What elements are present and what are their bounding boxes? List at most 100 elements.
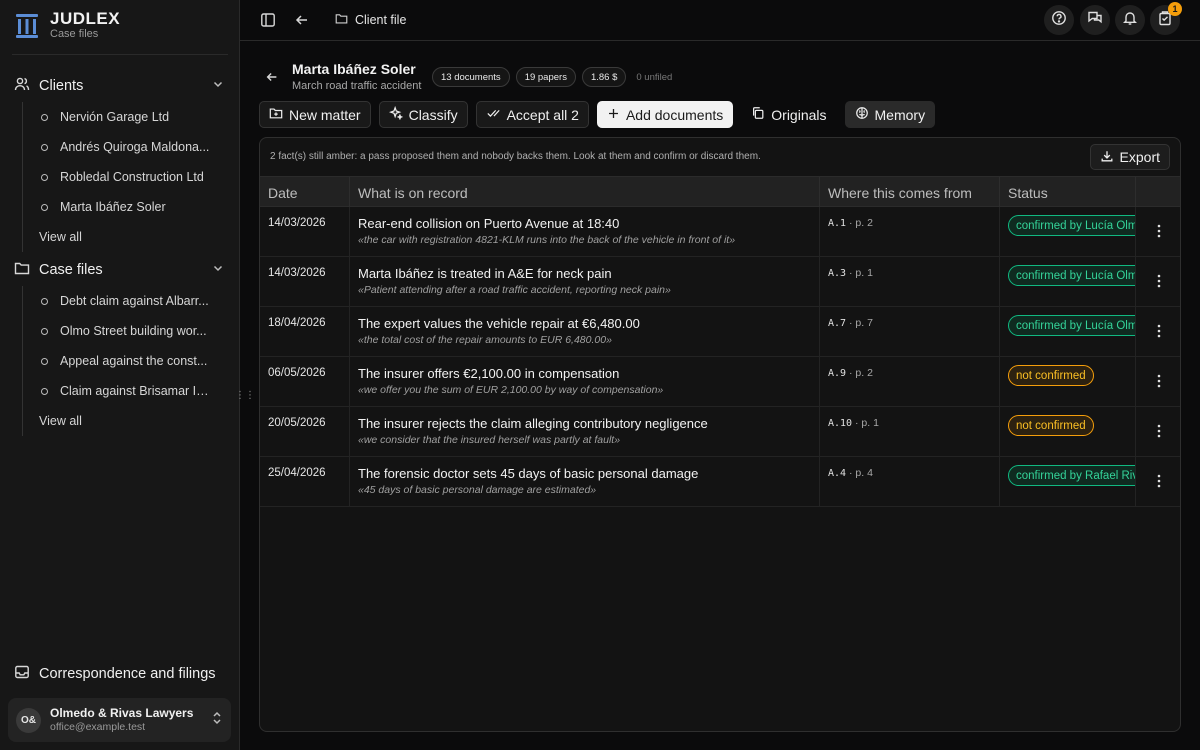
back-arrow-icon[interactable] xyxy=(265,70,279,89)
classify-button[interactable]: Classify xyxy=(378,101,468,128)
brand-subtitle: Case files xyxy=(50,28,99,40)
sidebar-toggle-icon[interactable] xyxy=(258,10,278,30)
column-header-actions xyxy=(1136,177,1180,208)
table-row[interactable]: 14/03/2026 Marta Ibáñez is treated in A&E… xyxy=(260,257,1180,307)
bullet-icon xyxy=(41,387,48,395)
source-cell[interactable]: A.4 · p. 4 xyxy=(820,457,1000,507)
account-email: office@example.test xyxy=(50,721,146,733)
back-arrow-icon[interactable] xyxy=(292,10,312,30)
column-header-date[interactable]: Date xyxy=(260,177,350,208)
clients-label: Clients xyxy=(39,78,84,94)
brain-icon xyxy=(855,106,869,123)
breadcrumb[interactable]: Client file xyxy=(335,12,406,28)
clients-header[interactable]: Clients xyxy=(12,70,228,102)
fact-cell: The insurer rejects the claim alleging c… xyxy=(350,407,820,457)
case-file-item[interactable]: Olmo Street building wor... xyxy=(23,316,228,346)
source-ref[interactable]: A.7 xyxy=(828,318,846,329)
papers-count-pill: 19 papers xyxy=(515,67,576,87)
source-ref[interactable]: A.3 xyxy=(828,268,846,279)
status-badge[interactable]: not confirmed xyxy=(1008,415,1094,436)
chevron-down-icon[interactable] xyxy=(212,262,224,278)
case-files-header[interactable]: Case files xyxy=(12,254,228,286)
source-cell[interactable]: A.10 · p. 1 xyxy=(820,407,1000,457)
column-header-status[interactable]: Status xyxy=(1000,177,1136,208)
courthouse-logo-icon xyxy=(14,11,40,41)
status-badge[interactable]: not confirmed xyxy=(1008,365,1094,386)
client-item[interactable]: Nervión Garage Ltd xyxy=(23,102,228,132)
inbox-icon xyxy=(14,664,30,684)
fact-cell: The forensic doctor sets 45 days of basi… xyxy=(350,457,820,507)
source-ref[interactable]: A.1 xyxy=(828,218,846,229)
case-file-item[interactable]: Appeal against the const... xyxy=(23,346,228,376)
case-files-section: Case files Debt claim against Albarr... … xyxy=(12,254,228,436)
client-item[interactable]: Andrés Quiroga Maldona... xyxy=(23,132,228,162)
table-row[interactable]: 25/04/2026 The forensic doctor sets 45 da… xyxy=(260,457,1180,507)
source-page: · p. 2 xyxy=(848,367,873,379)
add-documents-button[interactable]: Add documents xyxy=(596,101,734,128)
case-files-view-all-link[interactable]: View all xyxy=(23,406,228,436)
source-ref[interactable]: A.10 xyxy=(828,418,852,429)
case-file-item[interactable]: Debt claim against Albarr... xyxy=(23,286,228,316)
table-row[interactable]: 18/04/2026 The expert values the vehicle … xyxy=(260,307,1180,357)
chevron-down-icon[interactable] xyxy=(212,78,224,94)
status-cell: confirmed by Lucía Olmedo xyxy=(1000,207,1136,257)
new-matter-button[interactable]: New matter xyxy=(259,101,371,128)
status-badge[interactable]: confirmed by Lucía Olmedo xyxy=(1008,265,1135,286)
client-item[interactable]: Marta Ibáñez Soler xyxy=(23,192,228,222)
fact-cell: Marta Ibáñez is treated in A&E for neck … xyxy=(350,257,820,307)
fact-quote: «45 days of basic personal damage are es… xyxy=(358,484,597,496)
documents-count-pill: 13 documents xyxy=(432,67,510,87)
fact-date: 06/05/2026 xyxy=(260,357,350,407)
table-row[interactable]: 14/03/2026 Rear-end collision on Puerto A… xyxy=(260,207,1180,257)
topbar: Client file 1 xyxy=(240,0,1200,41)
source-cell[interactable]: A.9 · p. 2 xyxy=(820,357,1000,407)
client-item[interactable]: Robledal Construction Ltd xyxy=(23,162,228,192)
status-badge[interactable]: confirmed by Lucía Olmedo xyxy=(1008,215,1135,236)
originals-button[interactable]: Originals xyxy=(741,101,836,128)
source-ref[interactable]: A.9 xyxy=(828,368,846,379)
fact-title: The insurer offers €2,100.00 in compensa… xyxy=(358,366,620,381)
accept-all-button[interactable]: Accept all 2 xyxy=(475,101,589,128)
clients-list: Nervión Garage Ltd Andrés Quiroga Maldon… xyxy=(22,102,228,252)
source-cell[interactable]: A.7 · p. 7 xyxy=(820,307,1000,357)
row-menu-button[interactable] xyxy=(1136,257,1180,307)
help-button[interactable] xyxy=(1044,5,1074,35)
more-vertical-icon xyxy=(1157,424,1161,440)
table-row[interactable]: 20/05/2026 The insurer rejects the claim … xyxy=(260,407,1180,457)
table-row[interactable]: 06/05/2026 The insurer offers €2,100.00 i… xyxy=(260,357,1180,407)
status-badge[interactable]: confirmed by Lucía Olmedo xyxy=(1008,315,1135,336)
matter-subtitle: March road traffic accident xyxy=(292,80,422,92)
account-switcher[interactable]: O& Olmedo & Rivas Lawyers office@example… xyxy=(8,698,231,742)
correspondence-link[interactable]: Correspondence and filings xyxy=(14,664,216,684)
fact-quote: «Patient attending after a road traffic … xyxy=(358,284,671,296)
help-circle-icon xyxy=(1051,10,1067,31)
column-header-source[interactable]: Where this comes from xyxy=(820,177,1000,208)
status-cell: confirmed by Rafael Rivas xyxy=(1000,457,1136,507)
case-file-item[interactable]: Claim against Brisamar In... xyxy=(23,376,228,406)
tasks-button[interactable]: 1 xyxy=(1150,2,1182,35)
brand-title: JUDLEX xyxy=(50,9,121,28)
row-menu-button[interactable] xyxy=(1136,407,1180,457)
source-ref[interactable]: A.4 xyxy=(828,468,846,479)
row-menu-button[interactable] xyxy=(1136,457,1180,507)
row-menu-button[interactable] xyxy=(1136,207,1180,257)
fact-date: 25/04/2026 xyxy=(260,457,350,507)
row-menu-button[interactable] xyxy=(1136,357,1180,407)
row-menu-button[interactable] xyxy=(1136,307,1180,357)
status-badge[interactable]: confirmed by Rafael Rivas xyxy=(1008,465,1135,486)
fact-title: The insurer rejects the claim alleging c… xyxy=(358,416,708,431)
notifications-button[interactable] xyxy=(1115,5,1145,35)
matter-title: Marta Ibáñez Soler xyxy=(292,61,416,77)
source-cell[interactable]: A.3 · p. 1 xyxy=(820,257,1000,307)
originals-label: Originals xyxy=(771,106,827,123)
export-button[interactable]: Export xyxy=(1089,144,1170,170)
messages-button[interactable] xyxy=(1080,5,1110,35)
status-cell: not confirmed xyxy=(1000,357,1136,407)
memory-button[interactable]: Memory xyxy=(844,101,936,128)
clients-view-all-link[interactable]: View all xyxy=(23,222,228,252)
download-icon xyxy=(1100,149,1114,166)
column-header-what[interactable]: What is on record xyxy=(350,177,820,208)
sidebar-resize-handle-icon[interactable]: ⋮⋮ xyxy=(235,390,255,402)
source-cell[interactable]: A.1 · p. 2 xyxy=(820,207,1000,257)
brand[interactable]: JUDLEX Case files xyxy=(14,10,120,41)
